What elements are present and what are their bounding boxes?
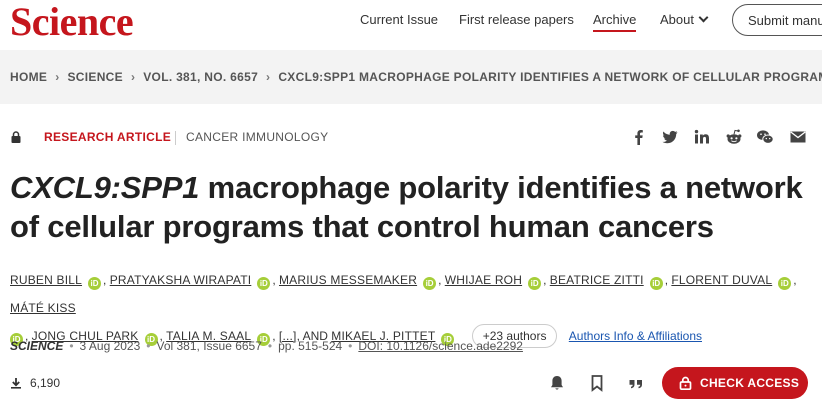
orcid-icon[interactable]: iD	[528, 277, 542, 290]
linkedin-icon[interactable]	[693, 128, 711, 146]
orcid-icon[interactable]: iD	[423, 277, 437, 290]
chevron-down-icon	[698, 12, 709, 23]
check-access-label: CHECK ACCESS	[700, 376, 800, 390]
authors-affiliations-link[interactable]: Authors Info & Affiliations	[569, 329, 702, 343]
author-name[interactable]: MÁTÉ KISS	[10, 301, 76, 315]
twitter-icon[interactable]	[661, 128, 679, 146]
article-title: CXCL9:SPP1 macrophage polarity identifie…	[10, 168, 810, 246]
separator-dot: •	[267, 339, 273, 353]
author-name[interactable]: PRATYAKSHA WIRAPATI	[110, 273, 252, 287]
bell-icon[interactable]	[548, 374, 566, 392]
separator-dot: •	[146, 339, 151, 353]
orcid-icon[interactable]: iD	[88, 277, 102, 290]
lock-icon	[679, 376, 692, 390]
volume-issue[interactable]: Vol 381, Issue 6657	[156, 339, 261, 353]
nav-about-label: About	[660, 12, 694, 27]
meta-divider	[175, 131, 176, 145]
chevron-right-icon: ›	[130, 70, 136, 84]
article-title-italic: CXCL9:SPP1	[10, 170, 200, 205]
facebook-icon[interactable]	[630, 128, 648, 146]
orcid-icon[interactable]: iD	[778, 277, 792, 290]
publication-info: SCIENCE • 3 Aug 2023 • Vol 381, Issue 6657 • p…	[10, 339, 523, 353]
orcid-icon[interactable]: iD	[649, 277, 663, 290]
breadcrumb: HOME › SCIENCE › VOL. 381, NO. 6657 › CXCL9:SP…	[10, 70, 822, 84]
nav-archive[interactable]: Archive	[593, 12, 636, 27]
breadcrumb-current: CXCL9:SPP1 MACROPHAGE POLARITY IDENTIFIE…	[278, 70, 822, 84]
nav-current-issue[interactable]: Current Issue	[360, 12, 438, 27]
pub-date: 3 Aug 2023	[79, 339, 141, 353]
separator-dot: •	[69, 339, 74, 353]
nav-about[interactable]: About	[660, 12, 709, 27]
wechat-icon[interactable]	[756, 128, 774, 146]
science-logo[interactable]: Science	[10, 2, 134, 42]
breadcrumb-home[interactable]: HOME	[10, 70, 47, 84]
breadcrumb-volume[interactable]: VOL. 381, NO. 6657	[143, 70, 258, 84]
download-icon	[11, 378, 21, 389]
article-topic[interactable]: CANCER IMMUNOLOGY	[186, 130, 328, 144]
author-name[interactable]: BEATRICE ZITTI	[550, 273, 644, 287]
download-count: 6,190	[10, 376, 60, 390]
page-range: pp. 515-524	[278, 339, 343, 353]
chevron-right-icon: ›	[55, 70, 60, 84]
doi-link[interactable]: DOI: 10.1126/science.ade2292	[358, 339, 523, 353]
check-access-button[interactable]: CHECK ACCESS	[662, 367, 808, 399]
chevron-right-icon: ›	[266, 70, 271, 84]
journal-name[interactable]: SCIENCE	[10, 339, 63, 353]
quote-icon[interactable]	[627, 374, 645, 392]
breadcrumb-science[interactable]: SCIENCE	[68, 70, 123, 84]
bookmark-icon[interactable]	[588, 374, 606, 392]
separator-dot: •	[348, 339, 353, 353]
submit-manuscript-button[interactable]: Submit manu	[732, 4, 822, 36]
site-header: Science Current Issue First release pape…	[0, 0, 822, 50]
author-name[interactable]: MARIUS MESSEMAKER	[279, 273, 417, 287]
email-icon[interactable]	[789, 128, 807, 146]
nav-first-release-papers[interactable]: First release papers	[459, 12, 574, 27]
orcid-icon[interactable]: iD	[257, 277, 271, 290]
reddit-icon[interactable]	[725, 128, 743, 146]
author-name[interactable]: FLORENT DUVAL	[671, 273, 772, 287]
article-type[interactable]: RESEARCH ARTICLE	[44, 130, 171, 144]
author-name[interactable]: WHIJAE ROH	[445, 273, 522, 287]
author-list: RUBEN BILL iD, PRATYAKSHA WIRAPATI iD, MAR…	[10, 266, 815, 350]
nav-active-indicator	[593, 30, 636, 32]
breadcrumb-bar: HOME › SCIENCE › VOL. 381, NO. 6657 › CXCL9:SP…	[0, 50, 822, 104]
author-name[interactable]: RUBEN BILL	[10, 273, 82, 287]
download-count-value: 6,190	[30, 376, 61, 390]
lock-icon	[11, 131, 21, 143]
